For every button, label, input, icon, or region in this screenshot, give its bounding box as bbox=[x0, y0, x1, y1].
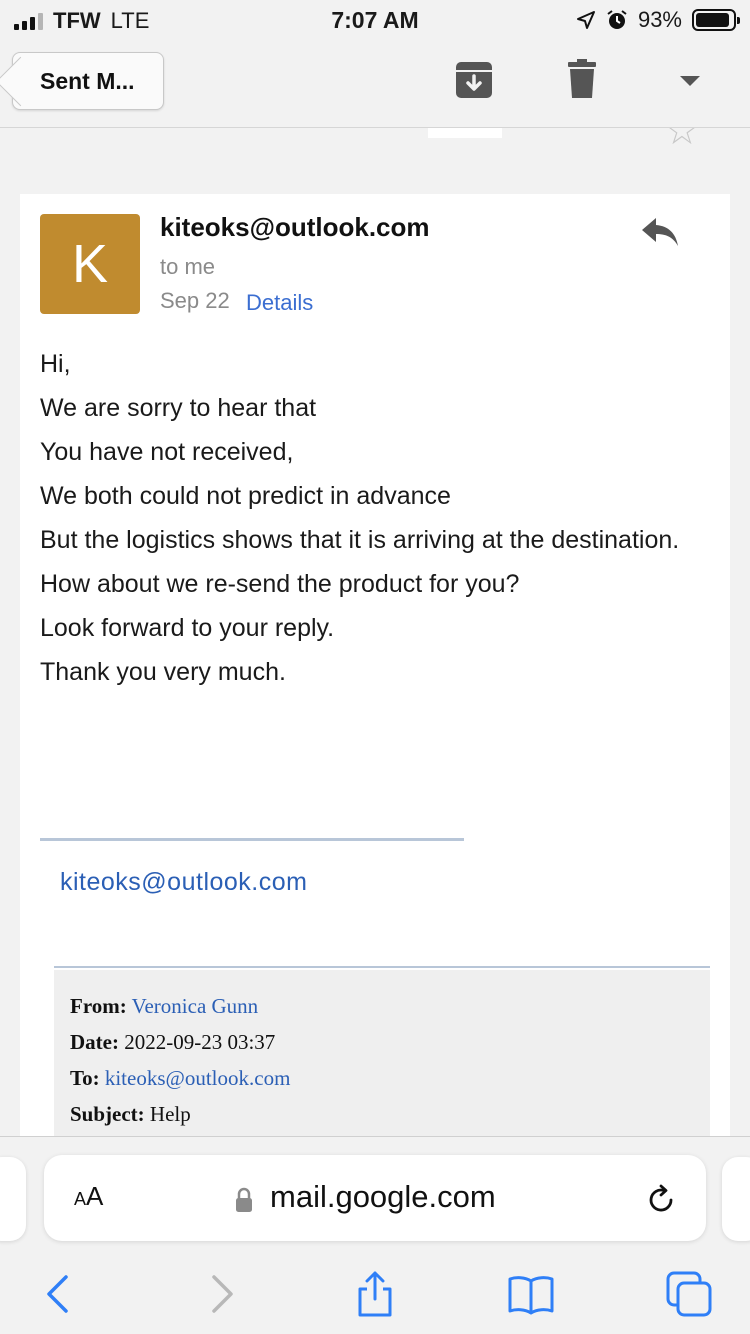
quoted-from-row: From: Veronica Gunn bbox=[70, 988, 694, 1024]
lock-icon bbox=[236, 1187, 252, 1212]
aa-big-letter: A bbox=[86, 1181, 104, 1211]
battery-percent: 93% bbox=[637, 7, 682, 32]
star-icon[interactable]: ☆ bbox=[664, 128, 700, 154]
status-right: 93% bbox=[576, 7, 740, 33]
body-line: But the logistics shows that it is arriv… bbox=[40, 526, 680, 554]
battery-icon bbox=[692, 9, 740, 31]
details-link[interactable]: Details bbox=[246, 290, 313, 316]
email-date: Sep 22 bbox=[160, 288, 230, 313]
sender-avatar: K bbox=[40, 214, 140, 314]
reload-icon[interactable] bbox=[644, 1183, 678, 1217]
quoted-from-value[interactable]: Veronica Gunn bbox=[132, 994, 259, 1018]
quoted-date-row: Date: 2022-09-23 03:37 bbox=[70, 1024, 694, 1060]
text-size-button[interactable]: AA bbox=[74, 1181, 103, 1212]
mail-toolbar: Sent M... bbox=[0, 40, 750, 128]
previous-tab-peek[interactable] bbox=[0, 1157, 26, 1241]
next-tab-peek[interactable] bbox=[722, 1157, 750, 1241]
back-icon[interactable] bbox=[34, 1269, 84, 1319]
body-line: You have not received, bbox=[40, 438, 294, 466]
signature-email-link[interactable]: kiteoks@outlook.com bbox=[60, 868, 307, 897]
sender-address[interactable]: kiteoks@outlook.com bbox=[160, 212, 430, 243]
more-dropdown-icon[interactable] bbox=[668, 58, 712, 102]
status-bar: TFW LTE 7:07 AM 93% bbox=[0, 0, 750, 40]
quoted-to-row: To: kiteoks@outlook.com bbox=[70, 1060, 694, 1096]
delete-icon[interactable] bbox=[560, 58, 604, 102]
safari-nav-row bbox=[0, 1265, 750, 1321]
body-line: How about we re-send the product for you… bbox=[40, 570, 520, 598]
url-text[interactable]: mail.google.com bbox=[270, 1179, 496, 1215]
back-to-sent-button[interactable]: Sent M... bbox=[12, 52, 164, 110]
forward-icon[interactable] bbox=[196, 1269, 246, 1319]
email-card: K kiteoks@outlook.com to me Sep 22 Detai… bbox=[20, 194, 730, 1170]
recipient-line: to me bbox=[160, 254, 216, 279]
address-bar[interactable]: AA mail.google.com bbox=[44, 1155, 706, 1241]
aa-small-letter: A bbox=[74, 1189, 87, 1209]
reply-icon[interactable] bbox=[638, 212, 682, 252]
alarm-icon bbox=[607, 10, 627, 29]
quoted-to-label: To: bbox=[70, 1066, 100, 1090]
body-line: We are sorry to hear that bbox=[40, 394, 317, 422]
quoted-date-label: Date: bbox=[70, 1030, 119, 1054]
partial-previous-row: ☆ bbox=[0, 128, 750, 168]
quoted-to-value[interactable]: kiteoks@outlook.com bbox=[105, 1066, 291, 1090]
bookmarks-icon[interactable] bbox=[506, 1269, 556, 1319]
body-line: Look forward to your reply. bbox=[40, 614, 335, 642]
safari-bottom-bar: AA mail.google.com bbox=[0, 1136, 750, 1334]
quoted-subject-value: Help bbox=[149, 1102, 191, 1126]
quote-divider bbox=[54, 966, 710, 968]
body-line: Thank you very much. bbox=[40, 658, 286, 686]
back-button-label: Sent M... bbox=[40, 68, 135, 94]
quoted-date-value: 2022-09-23 03:37 bbox=[124, 1030, 276, 1054]
quoted-subject-label: Subject: bbox=[70, 1102, 145, 1126]
location-icon bbox=[576, 11, 595, 29]
signature-divider bbox=[40, 838, 464, 841]
body-line: We both could not predict in advance bbox=[40, 482, 451, 510]
quoted-subject-row: Subject: Help bbox=[70, 1096, 694, 1132]
quoted-from-label: From: bbox=[70, 994, 127, 1018]
archive-icon[interactable] bbox=[452, 58, 496, 102]
email-body: Hi, We are sorry to hear that You have n… bbox=[40, 342, 700, 694]
partial-label-chip bbox=[428, 128, 502, 138]
body-line: Hi, bbox=[40, 350, 71, 378]
tabs-icon[interactable] bbox=[664, 1269, 714, 1319]
share-icon[interactable] bbox=[350, 1269, 400, 1319]
